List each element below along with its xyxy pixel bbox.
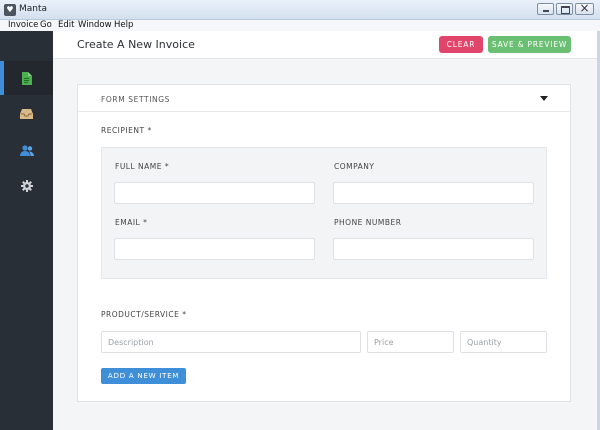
inbox-icon (20, 109, 33, 119)
full-name-label: FULL NAME * (115, 162, 170, 171)
app-root: Create A New Invoice CLEAR SAVE & PREVIE… (0, 31, 600, 430)
menu-bar: Invoice Go Edit Window Help (0, 20, 600, 31)
description-input[interactable] (101, 331, 361, 353)
quantity-input[interactable] (460, 331, 547, 353)
price-input[interactable] (367, 331, 454, 353)
form-settings-label: FORM SETTINGS (101, 95, 171, 104)
caret-down-icon (540, 96, 548, 101)
menu-help[interactable]: Help (114, 20, 133, 30)
company-input[interactable] (333, 182, 534, 204)
users-icon (19, 144, 34, 156)
sidebar-item-invoice-form[interactable] (0, 61, 53, 95)
maximize-button[interactable] (556, 3, 573, 15)
email-label: EMAIL * (115, 218, 148, 227)
clear-button[interactable]: CLEAR (439, 36, 483, 53)
save-preview-button[interactable]: SAVE & PREVIEW (488, 36, 571, 53)
product-service-label: PRODUCT/SERVICE * (101, 310, 187, 319)
window-controls (537, 1, 594, 15)
document-icon (22, 71, 32, 85)
company-label: COMPANY (334, 162, 375, 171)
full-name-input[interactable] (114, 182, 315, 204)
menu-invoice[interactable]: Invoice (8, 20, 38, 30)
minimize-button[interactable] (537, 3, 554, 15)
sidebar-item-settings[interactable] (0, 169, 53, 203)
menu-window[interactable]: Window (78, 20, 112, 30)
invoice-form-card: FORM SETTINGS RECIPIENT * FULL NAME * CO… (77, 84, 571, 402)
sidebar (0, 31, 53, 430)
menu-go[interactable]: Go (40, 20, 52, 30)
phone-input[interactable] (333, 238, 534, 260)
email-input[interactable] (114, 238, 315, 260)
gear-icon (20, 180, 33, 192)
sidebar-item-archive[interactable] (0, 97, 53, 131)
menu-edit[interactable]: Edit (58, 20, 74, 30)
form-settings-toggle[interactable]: FORM SETTINGS (78, 85, 570, 112)
close-button[interactable] (575, 1, 594, 15)
header-bar: Create A New Invoice CLEAR SAVE & PREVIE… (53, 31, 600, 59)
page-title: Create A New Invoice (77, 38, 195, 51)
recipient-label: RECIPIENT * (101, 126, 152, 135)
recipient-section: FULL NAME * COMPANY EMAIL * PHONE NUMBER (101, 147, 547, 279)
phone-label: PHONE NUMBER (334, 218, 402, 227)
window-title: Manta (19, 4, 48, 14)
add-new-item-button[interactable]: ADD A NEW ITEM (101, 368, 186, 384)
heart-icon: ♥ (4, 4, 16, 16)
sidebar-item-contacts[interactable] (0, 133, 53, 167)
main-content: Create A New Invoice CLEAR SAVE & PREVIE… (53, 31, 600, 430)
window-titlebar: ♥ Manta (0, 0, 600, 20)
